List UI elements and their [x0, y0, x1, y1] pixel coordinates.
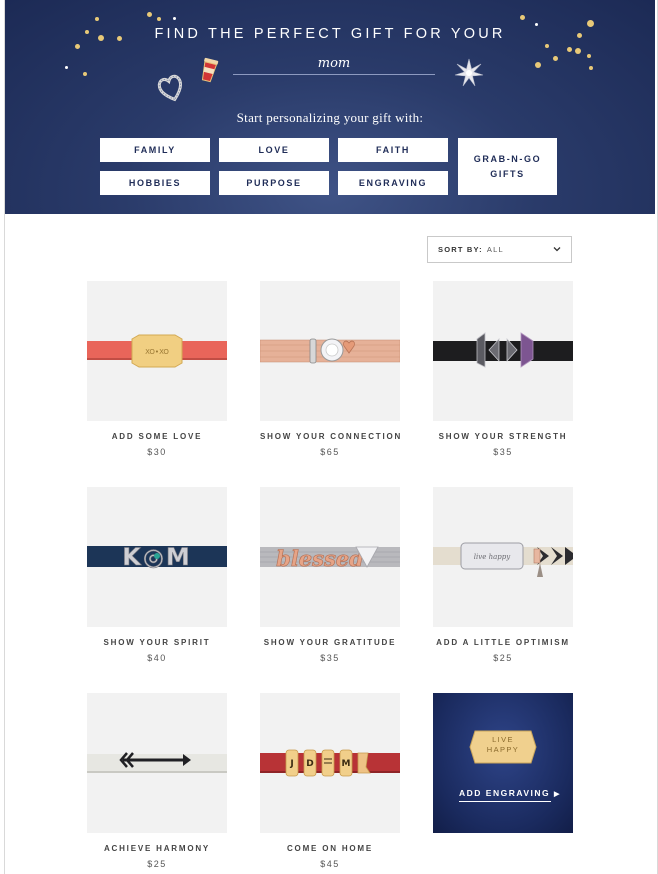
- product-price: $35: [320, 653, 340, 663]
- product-price: $25: [147, 859, 167, 869]
- confetti-dot: [535, 62, 541, 68]
- product-price: $35: [493, 447, 513, 457]
- caret-right-icon: ▶: [554, 791, 561, 798]
- coffee-cup-charm-icon: [201, 57, 219, 83]
- woven-bracelet-live-happy-image: live happy: [433, 542, 573, 577]
- product-card-achieve-harmony: ACHIEVE HARMONY $25: [87, 693, 227, 869]
- confetti-dot: [65, 66, 68, 69]
- sort-value: ALL: [486, 245, 504, 254]
- confetti-dot: [545, 44, 549, 48]
- silver-mesh-bracelet-blessed-image: blessed: [260, 546, 400, 571]
- product-card-show-your-connection: SHOW YOUR CONNECTION $65: [260, 281, 400, 457]
- plate-engraving: live happy: [474, 553, 511, 561]
- charm-letter-1: J: [289, 759, 293, 769]
- plate-engraving: XO•XO: [145, 348, 169, 356]
- category-button-family[interactable]: FAMILY: [100, 138, 210, 162]
- category-button-engraving[interactable]: ENGRAVING: [338, 171, 448, 195]
- product-name[interactable]: ACHIEVE HARMONY: [87, 844, 227, 853]
- product-price: $40: [147, 653, 167, 663]
- confetti-dot: [173, 17, 176, 20]
- link-underline: [459, 801, 551, 802]
- white-bracelet-arrow-image: [87, 752, 227, 773]
- recipient-input[interactable]: mom: [233, 56, 435, 71]
- confetti-dot: [75, 44, 80, 49]
- confetti-dot: [147, 12, 152, 17]
- grab-n-go-line1: GRAB-N-GO: [473, 154, 542, 165]
- gift-finder-hero: FIND THE PERFECT GIFT FOR YOUR mom Start…: [5, 0, 655, 214]
- product-image[interactable]: J D M: [260, 693, 400, 833]
- confetti-dot: [575, 48, 581, 54]
- add-engraving-link[interactable]: ADD ENGRAVING ▶: [459, 788, 561, 798]
- confetti-dot: [520, 15, 525, 20]
- product-image[interactable]: K◎M: [87, 487, 227, 627]
- category-button-hobbies[interactable]: HOBBIES: [100, 171, 210, 195]
- sort-label: SORT BY:: [438, 245, 483, 254]
- sort-dropdown[interactable]: SORT BY: ALL: [427, 236, 572, 263]
- product-price: $30: [147, 447, 167, 457]
- charm-letter-3: M: [342, 759, 351, 769]
- red-bracelet-initials-image: J D M: [260, 749, 400, 777]
- chevron-down-icon: [553, 247, 561, 252]
- product-name[interactable]: SHOW YOUR SPIRIT: [87, 638, 227, 647]
- product-image[interactable]: XO•XO: [87, 281, 227, 421]
- heart-charm-icon: [157, 74, 183, 102]
- product-card-add-a-little-optimism: live happy ADD A LITTLE OPTIMISM $25: [433, 487, 573, 663]
- confetti-dot: [95, 17, 99, 21]
- hero-title: FIND THE PERFECT GIFT FOR YOUR: [154, 26, 506, 42]
- confetti-dot: [587, 54, 591, 58]
- product-name[interactable]: SHOW YOUR CONNECTION: [260, 432, 400, 441]
- starburst-charm-icon: [454, 58, 484, 87]
- recipient-underline: [233, 74, 435, 75]
- product-price: $65: [320, 447, 340, 457]
- coral-bracelet-image: XO•XO: [87, 334, 227, 368]
- product-image[interactable]: [87, 693, 227, 833]
- confetti-dot: [157, 17, 161, 21]
- add-engraving-promo[interactable]: LIVE HAPPY ADD ENGRAVING ▶: [433, 693, 573, 833]
- product-image[interactable]: live happy: [433, 487, 573, 627]
- navy-bracelet-kom-image: K◎M: [87, 543, 227, 571]
- product-card-come-on-home: J D M COME ON HOME $45: [260, 693, 400, 869]
- confetti-dot: [589, 66, 593, 70]
- product-image[interactable]: [260, 281, 400, 421]
- product-card-show-your-spirit: K◎M SHOW YOUR SPIRIT $40: [87, 487, 227, 663]
- product-image[interactable]: blessed: [260, 487, 400, 627]
- category-button-love[interactable]: LOVE: [219, 138, 329, 162]
- confetti-dot: [553, 56, 558, 61]
- plate-line-1: LIVE: [492, 735, 514, 744]
- grab-n-go-line2: GIFTS: [490, 168, 525, 179]
- product-image[interactable]: [433, 281, 573, 421]
- add-engraving-label: ADD ENGRAVING: [459, 788, 551, 798]
- rose-gold-mesh-bracelet-image: [260, 338, 400, 364]
- category-button-faith[interactable]: FAITH: [338, 138, 448, 162]
- product-card-add-some-love: XO•XO ADD SOME LOVE $30: [87, 281, 227, 457]
- plate-line-2: HAPPY: [486, 744, 520, 754]
- product-card-show-your-strength: SHOW YOUR STRENGTH $35: [433, 281, 573, 457]
- confetti-dot: [83, 72, 87, 76]
- script-charm: blessed: [276, 546, 364, 571]
- product-card-show-your-gratitude: blessed SHOW YOUR GRATITUDE $35: [260, 487, 400, 663]
- confetti-dot: [567, 47, 572, 52]
- product-name[interactable]: ADD SOME LOVE: [87, 432, 227, 441]
- product-name[interactable]: COME ON HOME: [260, 844, 400, 853]
- product-name[interactable]: ADD A LITTLE OPTIMISM: [433, 638, 573, 647]
- product-name[interactable]: SHOW YOUR GRATITUDE: [260, 638, 400, 647]
- product-price: $25: [493, 653, 513, 663]
- charm-letter-2: D: [306, 759, 313, 769]
- hero-subtitle: Start personalizing your gift with:: [236, 110, 424, 125]
- product-name[interactable]: SHOW YOUR STRENGTH: [433, 432, 573, 441]
- product-price: $45: [320, 859, 340, 869]
- category-button-purpose[interactable]: PURPOSE: [219, 171, 329, 195]
- black-bracelet-arrows-image: [433, 332, 573, 368]
- engraving-plate-text: LIVE HAPPY: [433, 735, 573, 755]
- category-button-grab-n-go-gifts[interactable]: GRAB-N-GO GIFTS: [458, 138, 557, 195]
